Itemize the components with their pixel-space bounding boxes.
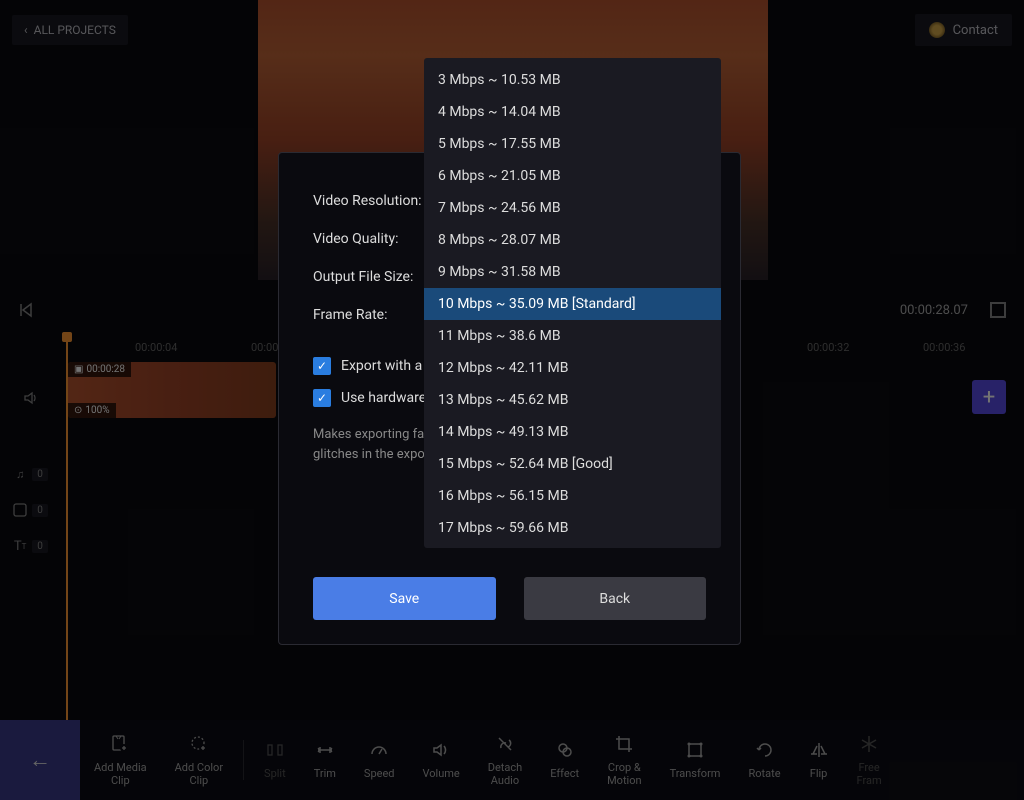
quality-option[interactable]: 5 Mbps ~ 17.55 MB	[424, 128, 721, 160]
back-button[interactable]: Back	[524, 577, 707, 620]
quality-option[interactable]: 6 Mbps ~ 21.05 MB	[424, 160, 721, 192]
quality-option[interactable]: 10 Mbps ~ 35.09 MB [Standard]	[424, 288, 721, 320]
quality-option[interactable]: 3 Mbps ~ 10.53 MB	[424, 64, 721, 96]
quality-option[interactable]: 15 Mbps ~ 52.64 MB [Good]	[424, 448, 721, 480]
hardware-label: Use hardware-	[341, 390, 430, 406]
checkbox-checked-icon[interactable]: ✓	[313, 389, 331, 407]
quality-option[interactable]: 14 Mbps ~ 49.13 MB	[424, 416, 721, 448]
quality-option[interactable]: 17 Mbps ~ 59.66 MB	[424, 512, 721, 544]
quality-option[interactable]: 11 Mbps ~ 38.6 MB	[424, 320, 721, 352]
quality-option[interactable]: 8 Mbps ~ 28.07 MB	[424, 224, 721, 256]
save-button[interactable]: Save	[313, 577, 496, 620]
quality-option[interactable]: 13 Mbps ~ 45.62 MB	[424, 384, 721, 416]
quality-option[interactable]: 16 Mbps ~ 56.15 MB	[424, 480, 721, 512]
quality-option[interactable]: 12 Mbps ~ 42.11 MB	[424, 352, 721, 384]
video-quality-dropdown[interactable]: 3 Mbps ~ 10.53 MB4 Mbps ~ 14.04 MB5 Mbps…	[424, 58, 721, 548]
quality-option[interactable]: 9 Mbps ~ 31.58 MB	[424, 256, 721, 288]
export-with-label: Export with a v	[341, 358, 432, 374]
checkbox-checked-icon[interactable]: ✓	[313, 357, 331, 375]
quality-option[interactable]: 4 Mbps ~ 14.04 MB	[424, 96, 721, 128]
quality-option[interactable]: 7 Mbps ~ 24.56 MB	[424, 192, 721, 224]
